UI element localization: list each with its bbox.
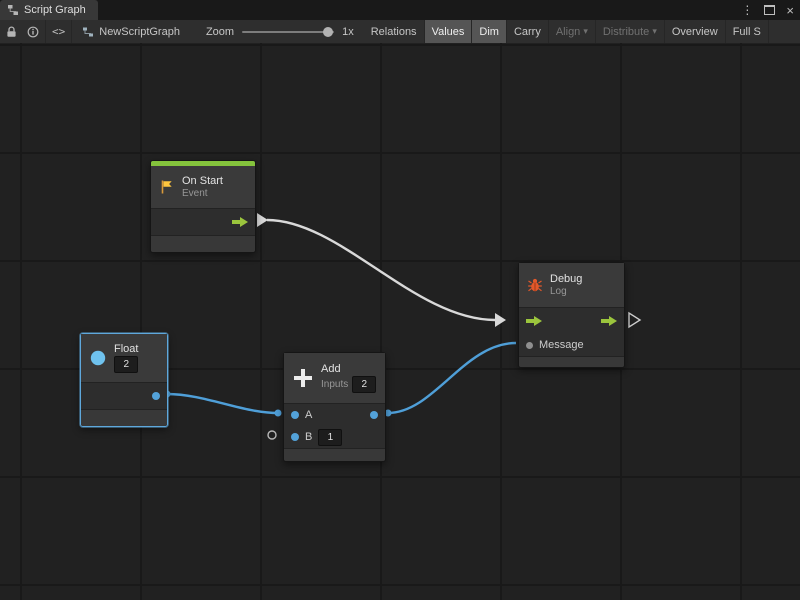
dim-button[interactable]: Dim [472,20,507,43]
value-output-row [81,383,167,409]
code-icon[interactable]: <> [52,25,65,38]
chevron-down-icon: ▾ [583,26,588,37]
toolbar-left-icons [0,20,46,43]
node-footer [151,235,255,252]
wire-start-arrow-icon [257,213,268,227]
fullscreen-button[interactable]: Full S [726,20,769,43]
flow-arrow-out-icon[interactable] [232,217,248,227]
node-footer [81,409,167,426]
message-port-row: Message [519,334,624,356]
relations-button[interactable]: Relations [364,20,425,43]
input-port-a[interactable] [291,411,299,419]
graph-breadcrumb[interactable]: NewScriptGraph [72,20,190,43]
graph-name-label: NewScriptGraph [99,26,180,38]
node-on-start[interactable]: On Start Event [150,160,256,253]
node-header: On Start Event [151,166,255,209]
input-port-b[interactable] [291,433,299,441]
zoom-label: Zoom [206,26,234,38]
wires-layer [0,43,800,600]
inputs-label: Inputs [321,379,348,390]
node-add[interactable]: Add Inputs 2 A B 1 [283,352,386,462]
plus-icon [292,367,314,389]
port-a-label: A [305,409,312,421]
wire-value-float-to-add[interactable] [167,394,278,413]
wire-value-add-to-debuglog[interactable] [388,343,516,413]
message-label: Message [539,339,584,351]
flow-arrow-in-icon[interactable] [526,316,542,326]
close-icon[interactable]: × [786,4,794,17]
distribute-label: Distribute [603,26,649,38]
port-row-b: B 1 [284,426,385,448]
message-input-port[interactable] [526,342,533,349]
align-label: Align [556,26,580,38]
script-graph-icon [7,4,19,16]
graph-canvas[interactable]: On Start Event Float 2 [0,43,800,600]
node-float[interactable]: Float 2 [80,333,168,427]
node-title: On Start [182,175,223,187]
node-title: Add [321,363,376,375]
zoom-control: Zoom 1x [190,20,362,43]
tab-script-graph[interactable]: Script Graph [0,0,98,20]
zoom-value: 1x [342,26,354,38]
zoom-slider[interactable] [242,31,334,33]
distribute-dropdown[interactable]: Distribute ▾ [596,20,665,43]
float-value-field[interactable]: 2 [114,356,138,373]
node-header: Add Inputs 2 [284,353,385,404]
inputs-count-field[interactable]: 2 [352,376,376,393]
node-subtitle: Event [182,188,223,199]
chevron-down-icon: ▾ [652,26,657,37]
node-title: Debug [550,273,582,285]
debug-output-arrow-icon[interactable] [629,313,640,327]
align-dropdown[interactable]: Align ▾ [549,20,596,43]
toolbar-buttons: Relations Values Dim Carry Align ▾ Distr… [364,20,769,43]
node-subtitle: Log [550,286,582,297]
flag-icon [159,179,175,195]
unconnected-port-icon[interactable] [268,431,276,439]
values-button[interactable]: Values [425,20,473,43]
wire-endpoint-dot [275,410,282,417]
node-footer [284,448,385,461]
window-controls: ⋮ × [741,0,794,20]
maximize-icon[interactable] [764,5,775,15]
lock-icon[interactable] [6,26,17,38]
flow-arrow-out-icon[interactable] [601,316,617,326]
node-header: Debug Log [519,263,624,308]
value-output-port[interactable] [152,392,160,400]
node-header: Float 2 [81,334,167,383]
control-output-row [151,209,255,235]
kebab-menu-icon[interactable]: ⋮ [741,4,753,16]
wire-control-onstart-to-debuglog[interactable] [267,220,495,320]
toolbar-code-group: <> [46,20,72,43]
float-icon [89,349,107,367]
graph-asset-icon [82,26,94,38]
node-footer [519,356,624,367]
carry-button[interactable]: Carry [507,20,549,43]
info-icon[interactable] [27,26,39,38]
port-b-label: B [305,431,312,443]
bug-icon [527,277,543,293]
overview-button[interactable]: Overview [665,20,726,43]
window-tab-bar: Script Graph ⋮ × [0,0,800,20]
port-row-a: A [284,404,385,426]
wire-end-arrow-icon [495,313,506,327]
value-output-port[interactable] [370,411,378,419]
graph-toolbar: <> NewScriptGraph Zoom 1x Relations Valu… [0,20,800,44]
node-debug-log[interactable]: Debug Log Message [518,262,625,368]
zoom-slider-handle[interactable] [323,27,333,37]
control-flow-row [519,308,624,334]
tab-title: Script Graph [24,4,86,16]
node-title: Float [114,343,138,355]
port-b-value-field[interactable]: 1 [318,429,342,446]
